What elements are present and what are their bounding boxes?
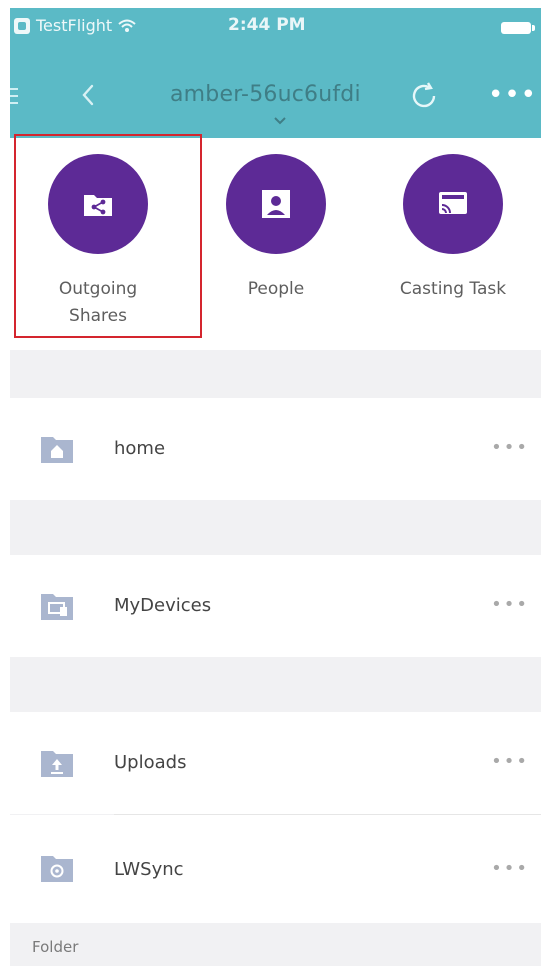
status-time: 2:44 PM xyxy=(228,15,306,35)
status-app[interactable]: TestFlight xyxy=(14,16,136,35)
chevron-down-icon[interactable] xyxy=(272,116,288,126)
list-item-mydevices[interactable]: MyDevices ••• xyxy=(10,555,541,657)
people-circle xyxy=(226,154,326,254)
outgoing-shares-action[interactable]: Outgoing Shares xyxy=(10,138,186,350)
list-item-lwsync[interactable]: LWSync ••• xyxy=(10,815,541,923)
status-app-name: TestFlight xyxy=(36,16,113,35)
wifi-icon xyxy=(118,19,136,32)
refresh-icon[interactable] xyxy=(408,80,440,112)
sync-folder-icon xyxy=(41,856,73,882)
list-item-label: home xyxy=(114,438,166,459)
casting-task-action[interactable]: Casting Task xyxy=(365,138,541,350)
outgoing-shares-circle xyxy=(48,154,148,254)
row-more-icon[interactable]: ••• xyxy=(491,753,529,771)
cast-icon xyxy=(439,192,467,214)
devices-folder-icon xyxy=(41,594,73,620)
menu-icon[interactable] xyxy=(10,88,18,106)
row-more-icon[interactable]: ••• xyxy=(491,439,529,457)
list-item-label: MyDevices xyxy=(114,595,212,616)
list-item-uploads[interactable]: Uploads ••• xyxy=(10,712,541,814)
share-folder-icon xyxy=(84,195,112,216)
list-item-label: LWSync xyxy=(114,859,184,880)
home-folder-icon xyxy=(41,437,73,463)
more-options-icon[interactable]: ••• xyxy=(488,82,537,108)
row-more-icon[interactable]: ••• xyxy=(491,860,529,878)
quick-actions: Outgoing Shares People Casting Task xyxy=(10,138,541,350)
casting-task-label: Casting Task xyxy=(399,279,507,299)
list-item-home[interactable]: home ••• xyxy=(10,398,541,500)
row-more-icon[interactable]: ••• xyxy=(491,596,529,614)
app-screen: TestFlight 2:44 PM amber-56uc6ufdi ••• O… xyxy=(10,8,541,966)
battery-icon xyxy=(501,22,535,34)
page-title[interactable]: amber-56uc6ufdi xyxy=(170,82,361,107)
nav-bar: amber-56uc6ufdi ••• xyxy=(10,48,541,138)
casting-task-circle xyxy=(403,154,503,254)
list-item-label: Uploads xyxy=(114,752,187,773)
status-bar: TestFlight 2:44 PM xyxy=(10,8,541,48)
outgoing-shares-label: Outgoing Shares xyxy=(58,279,138,326)
people-action[interactable]: People xyxy=(188,138,364,350)
people-label: People xyxy=(247,279,305,299)
section-footer: Folder xyxy=(10,924,541,966)
person-scan-icon xyxy=(262,190,290,218)
upload-folder-icon xyxy=(41,751,73,777)
back-chevron-icon[interactable] xyxy=(74,80,104,110)
section-footer-label: Folder xyxy=(32,938,79,956)
testflight-icon xyxy=(14,17,30,34)
